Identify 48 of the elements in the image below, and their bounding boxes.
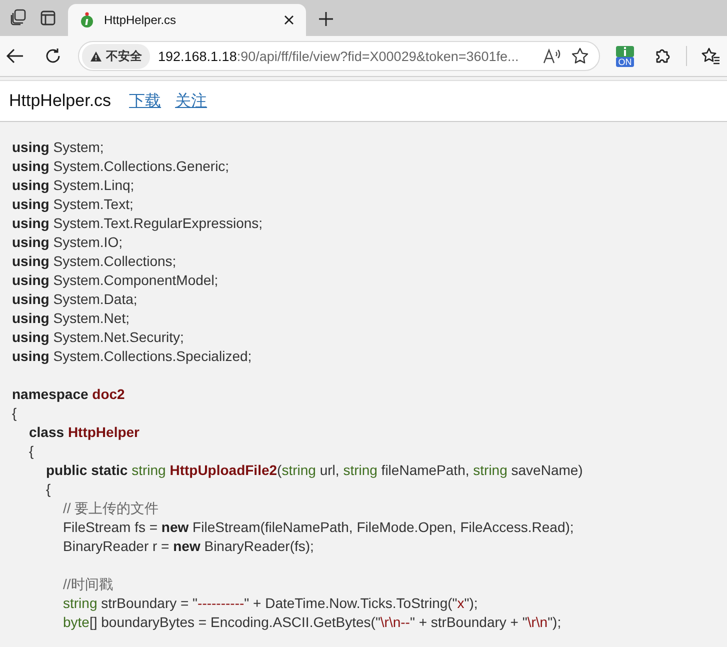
star-icon[interactable] (571, 47, 589, 65)
browser-tab[interactable]: HttpHelper.cs (68, 4, 306, 36)
code-line: class HttpHelper (29, 423, 140, 442)
header-link[interactable]: 关注 (175, 90, 208, 112)
extension-button[interactable]: ON (616, 46, 634, 66)
code-line: // 要上传的文件 (63, 499, 160, 518)
read-aloud-icon[interactable] (543, 48, 563, 64)
favorites-icon[interactable] (701, 47, 721, 65)
extension-badge: ON (616, 56, 634, 66)
tab-title: HttpHelper.cs (104, 13, 178, 27)
code-line: using System.ComponentModel; (12, 271, 220, 290)
refresh-icon[interactable] (44, 47, 62, 65)
code-line: using System.Net; (12, 309, 130, 328)
code-line: byte[] boundaryBytes = Encoding.ASCII.GetBytes("\r\n--" + strBoundary + "\r\n"); (63, 613, 562, 632)
code-line: using System.Text.RegularExpressions; (12, 214, 264, 233)
vertical-tabs-icon[interactable] (40, 10, 56, 26)
security-indicator[interactable]: 不安全 (82, 44, 150, 68)
code-line: string strBoundary = "----------" + DateTime.Now.Ticks.ToString("x"); (63, 594, 479, 613)
code-line: using System.Net.Security; (12, 328, 185, 347)
code-line: using System; (12, 138, 105, 157)
code-line: using System.Collections.Generic; (12, 157, 230, 176)
code-line: //时间戳 (63, 575, 114, 594)
url-text: 192.168.1.18:90/api/ff/file/view?fid=X00029&token=3601fe... (158, 48, 520, 64)
warning-icon (90, 50, 102, 62)
puzzle-icon[interactable] (654, 47, 672, 65)
close-icon[interactable] (284, 15, 294, 25)
code-line: using System.IO; (12, 233, 124, 252)
header-link[interactable]: 下载 (129, 90, 162, 112)
code-line: { (29, 442, 35, 461)
code-line: { (12, 404, 18, 423)
code-line: public static string HttpUploadFile2(string url, string fileNamePath, string saveName) (46, 461, 584, 480)
back-icon[interactable] (6, 48, 24, 64)
code-line: using System.Linq; (12, 176, 136, 195)
tab-actions-icon[interactable] (10, 8, 28, 26)
code-line: using System.Text; (12, 195, 134, 214)
file-title: HttpHelper.cs (9, 91, 112, 111)
code-line: namespace doc2 (12, 385, 126, 404)
code-line: using System.Collections; (12, 252, 178, 271)
address-bar[interactable]: 不安全 192.168.1.18:90/api/ff/file/view?fid=X00029&token=3601fe... (78, 41, 600, 71)
info-icon (616, 46, 634, 56)
security-label: 不安全 (106, 48, 142, 64)
new-tab-icon[interactable] (318, 11, 334, 27)
code-line: { (46, 480, 52, 499)
code-line: using System.Collections.Specialized; (12, 347, 253, 366)
code-line: BinaryReader r = new BinaryReader(fs); (63, 537, 315, 556)
code-line: using System.Data; (12, 290, 138, 309)
favicon-icon (80, 12, 94, 28)
code-line: FileStream fs = new FileStream(fileNamePath, FileMode.Open, FileAccess.Read); (63, 518, 575, 537)
